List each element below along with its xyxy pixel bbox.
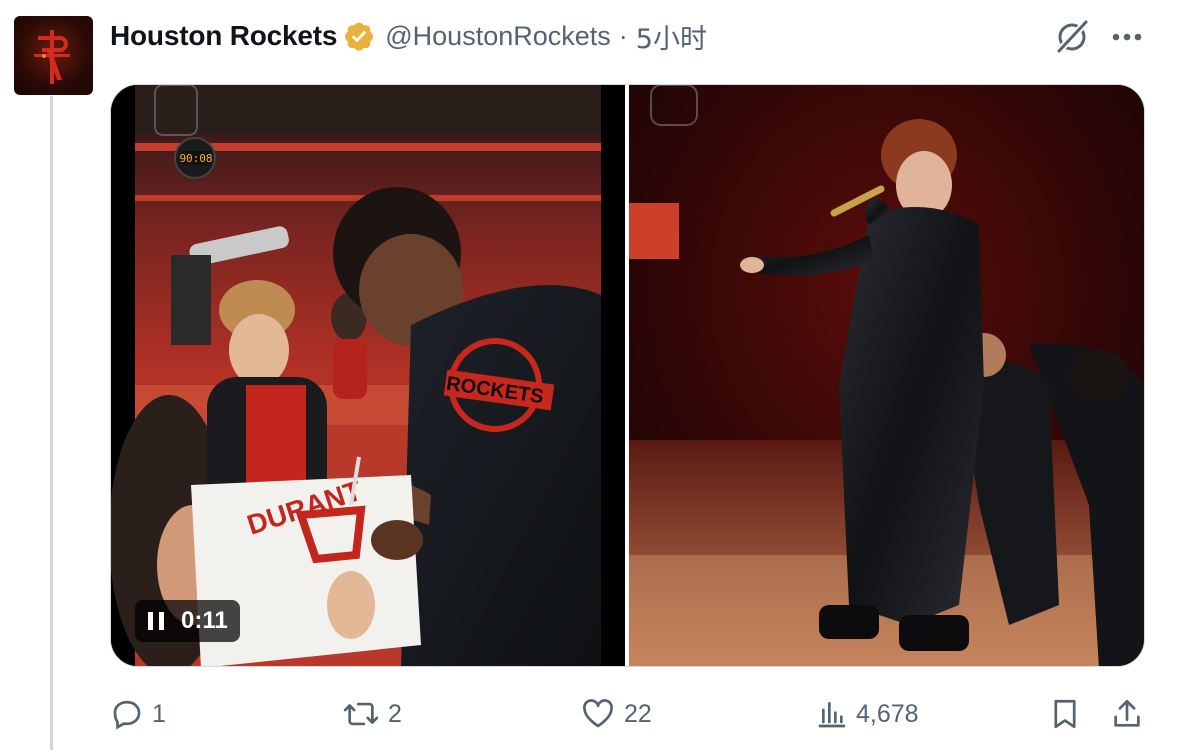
reply-count: 1 [152, 699, 166, 728]
like-count: 22 [624, 699, 652, 728]
reply-button[interactable]: 1 [110, 694, 166, 734]
video-playback-badge[interactable]: 0:11 [135, 600, 240, 642]
shot-clock: 90:08 [179, 152, 212, 165]
repost-icon [343, 702, 379, 726]
bookmark-button[interactable] [1048, 694, 1082, 734]
share-button[interactable] [1110, 694, 1144, 734]
pause-icon[interactable] [147, 611, 165, 631]
video-thumbnail[interactable]: 90:08 ROCKETS DURANT 0:11 [111, 85, 625, 666]
reply-icon [113, 700, 141, 730]
tweet-header: Houston Rockets @HoustonRockets · 5小时 [110, 17, 707, 56]
author-handle[interactable]: @HoustonRockets [385, 21, 611, 52]
like-button[interactable]: 22 [580, 694, 652, 734]
tweet-actions: 1 2 22 4,678 [110, 694, 1150, 734]
repost-button[interactable]: 2 [342, 694, 402, 734]
thread-line [50, 96, 53, 750]
rockets-logo-icon [34, 30, 70, 84]
media-grid[interactable]: 90:08 ROCKETS DURANT 0:11 [110, 84, 1145, 667]
views-button[interactable]: 4,678 [816, 694, 919, 734]
arena-signing-scene: 90:08 ROCKETS DURANT [111, 85, 625, 666]
performance-photo[interactable] [629, 85, 1144, 666]
timestamp[interactable]: 5小时 [636, 17, 707, 56]
grok-icon[interactable] [1052, 16, 1092, 56]
video-duration: 0:11 [181, 607, 228, 634]
display-name[interactable]: Houston Rockets [110, 20, 337, 52]
share-icon [1114, 699, 1140, 727]
views-count: 4,678 [856, 699, 919, 728]
more-options-icon[interactable] [1108, 22, 1148, 52]
heart-icon [583, 699, 613, 728]
performance-scene [629, 85, 1144, 666]
verified-badge-icon[interactable] [343, 20, 375, 52]
separator-dot: · [618, 20, 628, 51]
avatar[interactable] [14, 16, 93, 95]
repost-count: 2 [388, 699, 402, 728]
bookmark-icon [1054, 699, 1076, 729]
views-icon [818, 702, 846, 728]
